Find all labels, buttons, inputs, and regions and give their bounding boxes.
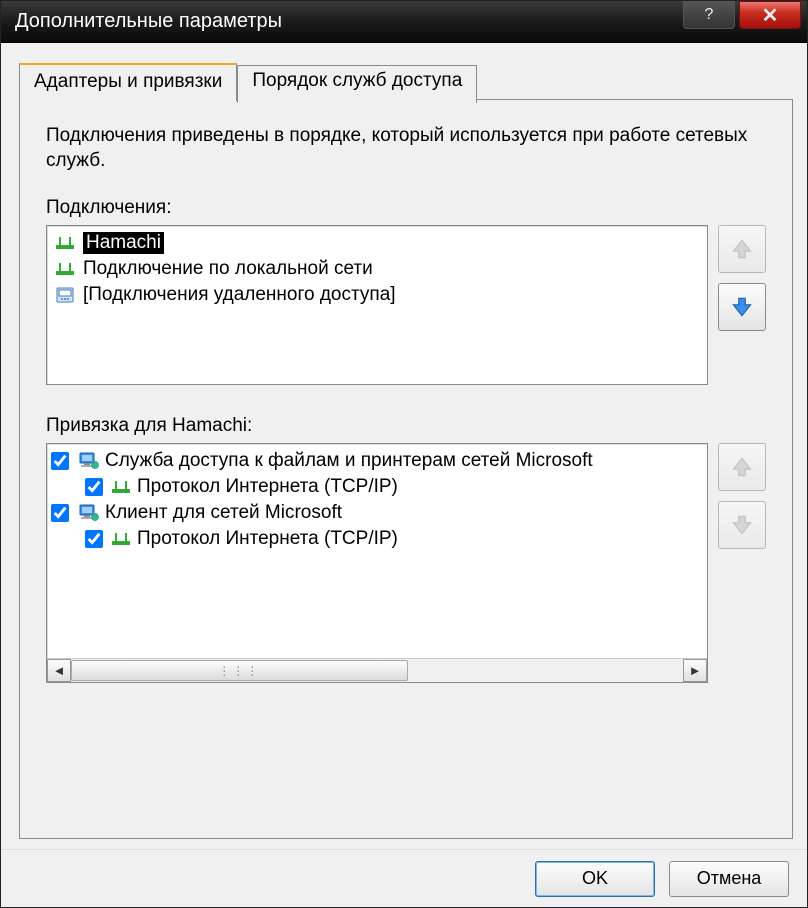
connection-item[interactable]: Hamachi xyxy=(51,230,703,256)
ok-button[interactable]: OK xyxy=(535,861,655,897)
binding-checkbox[interactable] xyxy=(51,504,69,522)
scroll-left-button[interactable]: ◄ xyxy=(47,659,71,682)
titlebar-buttons: ? ✕ xyxy=(681,1,807,42)
connections-reorder-buttons xyxy=(718,225,766,385)
nic-icon xyxy=(55,235,75,251)
connections-listbox[interactable]: Hamachi Подключение по локальной сети [Под… xyxy=(46,225,708,385)
tab-strip: Адаптеры и привязки Порядок служб доступ… xyxy=(19,61,793,99)
help-button[interactable]: ? xyxy=(683,1,735,29)
binding-item[interactable]: Протокол Интернета (TCP/IP) xyxy=(51,526,703,552)
arrow-down-icon xyxy=(729,512,755,538)
arrow-up-icon xyxy=(729,236,755,262)
arrow-down-icon xyxy=(729,294,755,320)
binding-item[interactable]: Служба доступа к файлам и принтерам сете… xyxy=(51,448,703,474)
move-down-button[interactable] xyxy=(718,283,766,331)
tab-label: Адаптеры и привязки xyxy=(34,71,222,92)
content-area: Адаптеры и привязки Порядок служб доступ… xyxy=(1,43,807,849)
bindings-listbox[interactable]: Служба доступа к файлам и принтерам сете… xyxy=(46,443,708,683)
connections-row: Hamachi Подключение по локальной сети [Под… xyxy=(46,225,766,385)
binding-item[interactable]: Протокол Интернета (TCP/IP) xyxy=(51,474,703,500)
tab-adapters-bindings[interactable]: Адаптеры и привязки xyxy=(19,63,237,101)
nic-icon xyxy=(111,531,131,547)
binding-label: Протокол Интернета (TCP/IP) xyxy=(137,476,398,498)
bindings-label: Привязка для Hamachi: xyxy=(46,415,766,437)
close-icon: ✕ xyxy=(762,3,779,28)
arrow-up-icon xyxy=(729,454,755,480)
scroll-thumb[interactable]: ⋮⋮⋮ xyxy=(71,660,408,681)
horizontal-scrollbar[interactable]: ◄ ⋮⋮⋮ ► xyxy=(47,658,707,682)
binding-item[interactable]: Клиент для сетей Microsoft xyxy=(51,500,703,526)
tab-provider-order[interactable]: Порядок служб доступа xyxy=(237,65,477,103)
tab-label: Порядок служб доступа xyxy=(252,70,462,91)
scroll-right-button[interactable]: ► xyxy=(683,659,707,682)
scroll-track[interactable]: ⋮⋮⋮ xyxy=(71,659,683,682)
bindings-reorder-buttons xyxy=(718,443,766,818)
connection-item[interactable]: Подключение по локальной сети xyxy=(51,256,703,282)
panel-description: Подключения приведены в порядке, который… xyxy=(46,124,766,173)
nic-icon xyxy=(55,261,75,277)
dialup-icon xyxy=(55,285,75,305)
binding-move-down-button[interactable] xyxy=(718,501,766,549)
connection-label: Hamachi xyxy=(83,232,164,254)
tab-panel: Подключения приведены в порядке, который… xyxy=(19,99,793,839)
dialog-footer: OK Отмена xyxy=(1,849,807,907)
close-button[interactable]: ✕ xyxy=(739,1,801,29)
binding-checkbox[interactable] xyxy=(85,478,103,496)
connection-item[interactable]: [Подключения удаленного доступа] xyxy=(51,282,703,308)
network-computer-icon xyxy=(77,503,99,523)
binding-move-up-button[interactable] xyxy=(718,443,766,491)
network-computer-icon xyxy=(77,451,99,471)
binding-label: Протокол Интернета (TCP/IP) xyxy=(137,528,398,550)
move-up-button[interactable] xyxy=(718,225,766,273)
connections-label: Подключения: xyxy=(46,197,766,219)
connection-label: [Подключения удаленного доступа] xyxy=(83,284,396,306)
button-label: Отмена xyxy=(697,868,762,889)
nic-icon xyxy=(111,479,131,495)
binding-checkbox[interactable] xyxy=(51,452,69,470)
help-icon: ? xyxy=(705,6,714,24)
binding-label: Служба доступа к файлам и принтерам сете… xyxy=(105,450,593,472)
bindings-content: Служба доступа к файлам и принтерам сете… xyxy=(47,444,707,658)
binding-checkbox[interactable] xyxy=(85,530,103,548)
titlebar: Дополнительные параметры ? ✕ xyxy=(1,1,807,43)
bindings-row: Служба доступа к файлам и принтерам сете… xyxy=(46,443,766,818)
cancel-button[interactable]: Отмена xyxy=(669,861,789,897)
binding-label: Клиент для сетей Microsoft xyxy=(105,502,342,524)
window-title: Дополнительные параметры xyxy=(15,10,681,33)
dialog-window: Дополнительные параметры ? ✕ Адаптеры и … xyxy=(0,0,808,908)
button-label: OK xyxy=(582,868,608,889)
connection-label: Подключение по локальной сети xyxy=(83,258,373,280)
